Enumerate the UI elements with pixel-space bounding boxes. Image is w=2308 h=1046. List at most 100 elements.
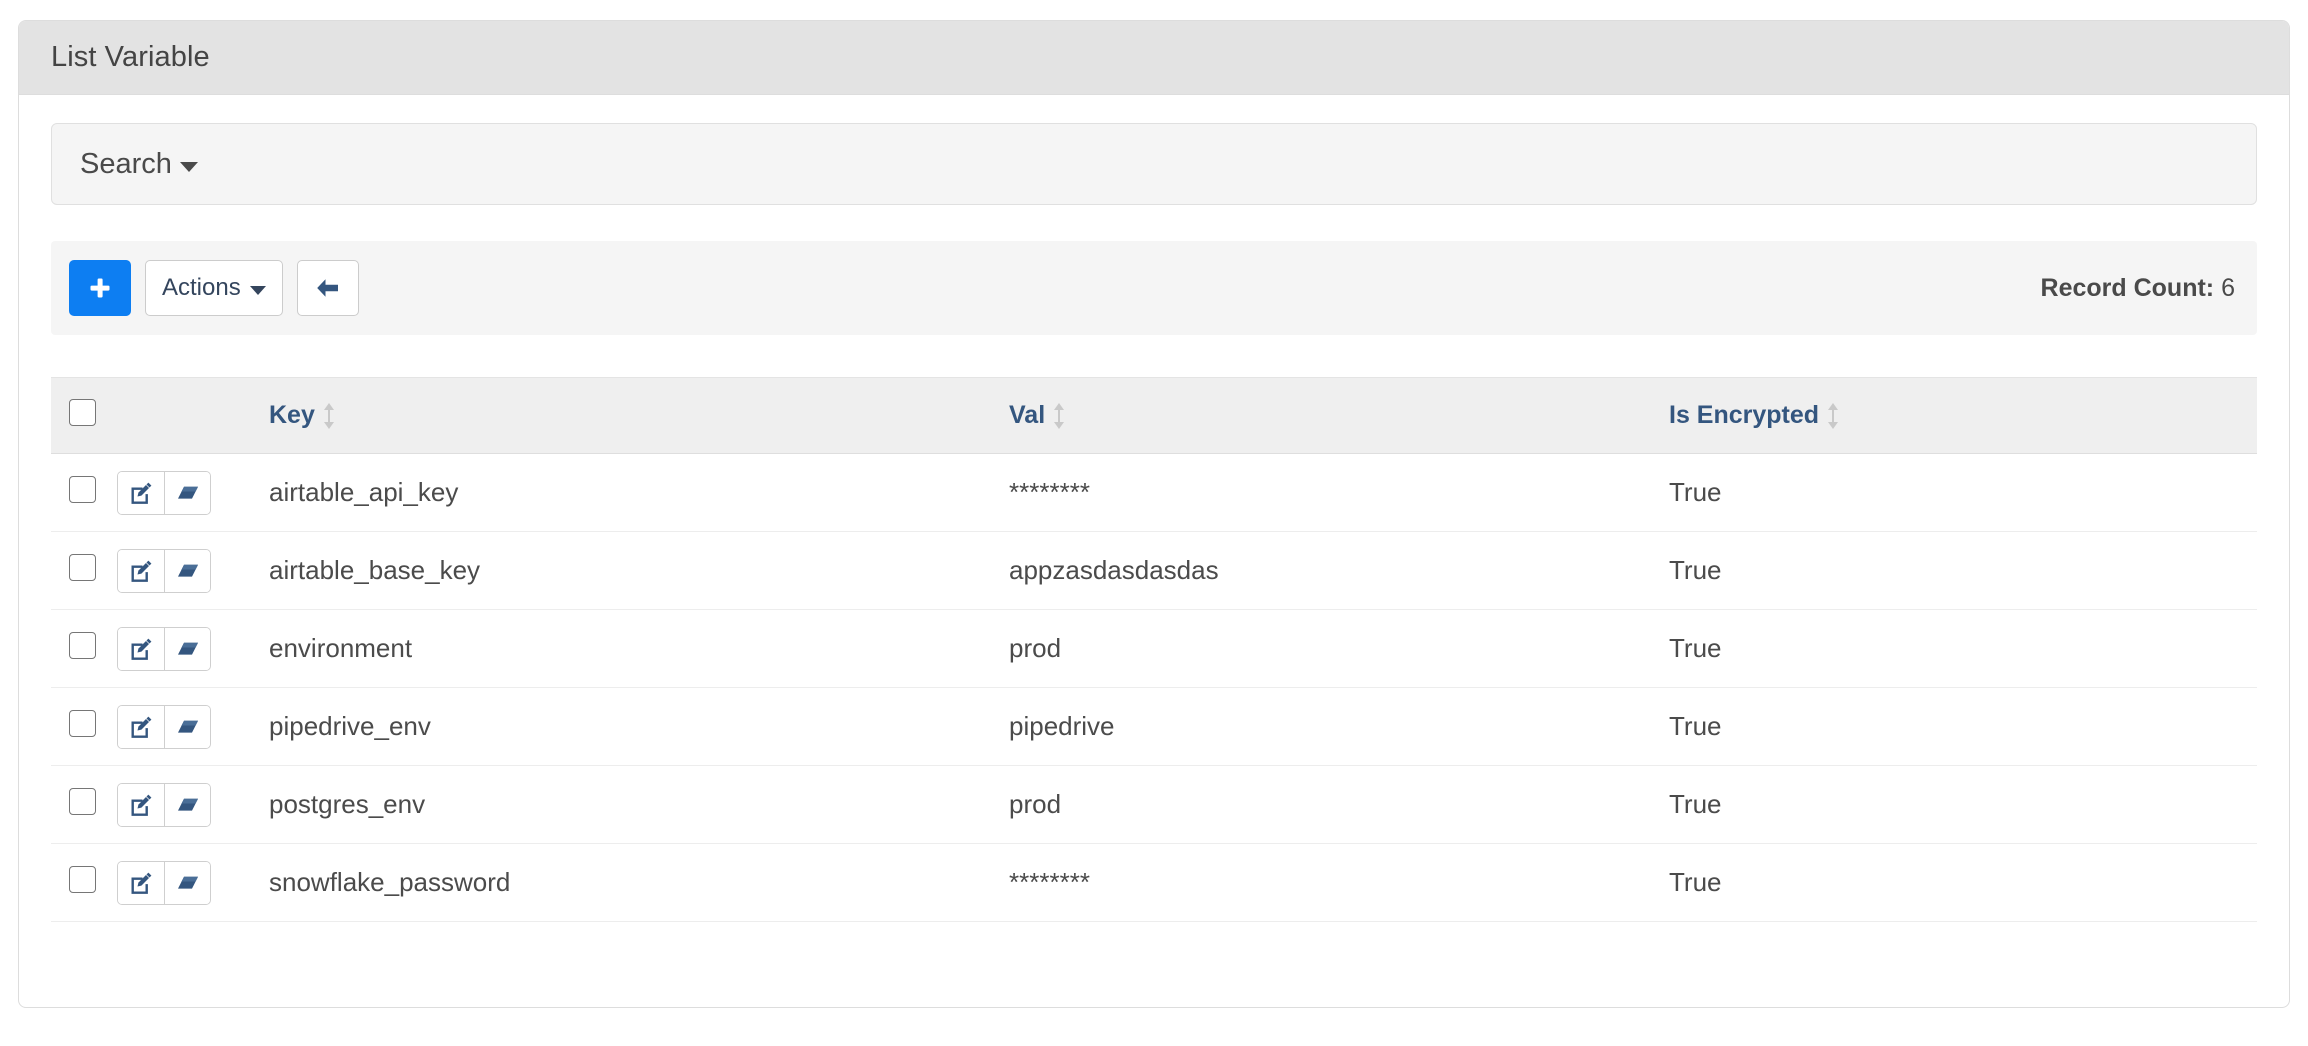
table-row: airtable_api_key ******** True: [51, 453, 2257, 532]
table-row: snowflake_password ******** True: [51, 843, 2257, 922]
table-head: Key Val Is Encrypted: [51, 377, 2257, 454]
row-select-cell: [51, 843, 103, 922]
select-all-checkbox[interactable]: [69, 398, 96, 426]
cell-is-encrypted: True: [1655, 687, 2257, 766]
row-select-cell: [51, 609, 103, 688]
edit-row-button[interactable]: [118, 705, 164, 748]
sort-by-is-encrypted[interactable]: Is Encrypted: [1669, 401, 1840, 431]
edit-row-button[interactable]: [118, 471, 164, 514]
eraser-icon: [177, 798, 198, 811]
table-body: airtable_api_key ******** True airtable_bas…: [51, 453, 2257, 922]
cell-is-encrypted: True: [1655, 453, 2257, 532]
th-actions: [103, 377, 255, 454]
row-checkbox[interactable]: [69, 709, 96, 737]
th-val: Val: [995, 377, 1655, 454]
cell-is-encrypted: True: [1655, 843, 2257, 922]
table-row: environment prod True: [51, 609, 2257, 688]
row-action-group: [117, 704, 211, 749]
edit-icon: [131, 872, 152, 894]
row-actions-cell: [103, 687, 255, 766]
cell-is-encrypted: True: [1655, 609, 2257, 688]
row-action-group: [117, 626, 211, 671]
eraser-icon: [177, 564, 198, 577]
erase-row-button[interactable]: [164, 783, 210, 826]
row-action-group: [117, 470, 211, 515]
sort-by-val[interactable]: Val: [1009, 401, 1066, 431]
record-count-label: Record Count:: [2040, 273, 2215, 302]
edit-icon: [131, 794, 152, 816]
cell-is-encrypted: True: [1655, 765, 2257, 844]
panel-heading: List Variable: [19, 21, 2289, 95]
sort-updown-icon: [323, 402, 334, 429]
row-actions-cell: [103, 843, 255, 922]
row-select-cell: [51, 687, 103, 766]
row-action-group: [117, 548, 211, 593]
erase-row-button[interactable]: [164, 471, 210, 514]
edit-icon: [131, 716, 152, 738]
search-well: Search: [51, 123, 2257, 205]
record-count: Record Count: 6: [2041, 274, 2235, 303]
variables-table: Key Val Is Encrypted airtable_api_key **…: [51, 377, 2257, 922]
edit-row-button[interactable]: [118, 627, 164, 670]
arrow-left-icon: [316, 279, 338, 297]
th-is-encrypted: Is Encrypted: [1655, 377, 2257, 454]
edit-row-button[interactable]: [118, 783, 164, 826]
th-select-all: [51, 377, 103, 454]
search-toggle-label: Search: [80, 147, 172, 180]
toolbar-left-group: Actions: [69, 260, 359, 316]
th-is-encrypted-label: Is Encrypted: [1669, 401, 1820, 429]
row-actions-cell: [103, 453, 255, 532]
eraser-icon: [177, 642, 198, 655]
erase-row-button[interactable]: [164, 861, 210, 904]
sort-by-key[interactable]: Key: [269, 401, 336, 431]
eraser-icon: [177, 486, 198, 499]
row-checkbox[interactable]: [69, 631, 96, 659]
edit-row-button[interactable]: [118, 549, 164, 592]
th-key: Key: [255, 377, 995, 454]
row-action-group: [117, 782, 211, 827]
table-toolbar: Actions Record Count: 6: [51, 241, 2257, 335]
list-variable-panel: List Variable Search Actions Record Coun…: [18, 20, 2290, 1008]
row-checkbox[interactable]: [69, 553, 96, 581]
row-checkbox[interactable]: [69, 475, 96, 503]
cell-is-encrypted: True: [1655, 531, 2257, 610]
cell-key: airtable_api_key: [255, 453, 995, 532]
row-actions-cell: [103, 765, 255, 844]
cell-val: prod: [995, 609, 1655, 688]
record-count-value: 6: [2221, 273, 2235, 302]
sort-updown-icon: [1828, 402, 1839, 429]
row-select-cell: [51, 453, 103, 532]
actions-dropdown-button[interactable]: Actions: [145, 260, 283, 316]
caret-down-icon: [179, 162, 198, 172]
edit-icon: [131, 560, 152, 582]
cell-val: prod: [995, 765, 1655, 844]
cell-key: airtable_base_key: [255, 531, 995, 610]
back-button[interactable]: [296, 260, 359, 316]
cell-val: ********: [995, 453, 1655, 532]
table-row: pipedrive_env pipedrive True: [51, 687, 2257, 766]
add-record-button[interactable]: [69, 260, 131, 316]
table-row: airtable_base_key appzasdasdasdas True: [51, 531, 2257, 610]
table-header-row: Key Val Is Encrypted: [51, 377, 2257, 454]
row-checkbox[interactable]: [69, 787, 96, 815]
table-row: postgres_env prod True: [51, 765, 2257, 844]
edit-icon: [131, 638, 152, 660]
cell-key: postgres_env: [255, 765, 995, 844]
erase-row-button[interactable]: [164, 705, 210, 748]
erase-row-button[interactable]: [164, 627, 210, 670]
th-key-label: Key: [269, 401, 315, 429]
row-checkbox[interactable]: [69, 865, 96, 893]
cell-key: snowflake_password: [255, 843, 995, 922]
th-val-label: Val: [1009, 401, 1046, 429]
cell-val: appzasdasdasdas: [995, 531, 1655, 610]
panel-body: Search Actions Record Count: 6 Key Val I…: [19, 95, 2289, 922]
row-actions-cell: [103, 531, 255, 610]
search-toggle[interactable]: Search: [80, 148, 198, 181]
edit-row-button[interactable]: [118, 861, 164, 904]
sort-updown-icon: [1054, 402, 1065, 429]
row-actions-cell: [103, 609, 255, 688]
erase-row-button[interactable]: [164, 549, 210, 592]
eraser-icon: [177, 876, 198, 889]
eraser-icon: [177, 720, 198, 733]
caret-down-icon: [249, 286, 266, 295]
